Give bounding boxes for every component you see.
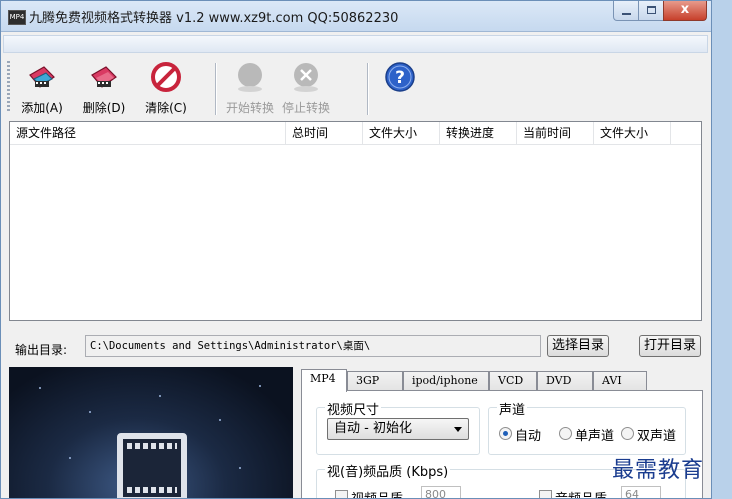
add-button-label: 添加(A) — [21, 101, 63, 115]
video-size-group: 视频尺寸 自动 - 初始化 — [316, 399, 480, 455]
column-source-path[interactable]: 源文件路径 — [10, 122, 286, 144]
column-progress[interactable]: 转换进度 — [440, 122, 517, 144]
channel-auto-radio[interactable] — [499, 427, 512, 440]
menu-bar — [3, 35, 708, 53]
channel-auto-label: 自动 — [515, 429, 542, 444]
window-title: 九腾免费视频格式转换器 v1.2 www.xz9t.com QQ:5086223… — [29, 11, 399, 26]
add-film-icon — [29, 66, 55, 88]
start-convert-label: 开始转换 — [225, 101, 274, 115]
audio-quality-input[interactable]: 64 — [621, 486, 661, 498]
toolbar-grip[interactable] — [7, 61, 10, 113]
video-size-title: 视频尺寸 — [325, 399, 382, 418]
choose-dir-button[interactable]: 选择目录 — [547, 335, 609, 357]
tab-ipod-iphone[interactable]: ipod/iphone — [403, 371, 489, 391]
channel-stereo-label: 双声道 — [637, 429, 677, 444]
title-bar[interactable]: MP4 九腾免费视频格式转换器 v1.2 www.xz9t.com QQ:508… — [1, 1, 711, 32]
quality-title: 视(音)频品质 (Kbps) — [325, 461, 451, 480]
minimize-button[interactable] — [613, 1, 639, 21]
stop-convert-button[interactable]: 停止转换 — [281, 59, 331, 119]
video-size-value: 自动 - 初始化 — [334, 421, 412, 436]
video-size-select[interactable]: 自动 - 初始化 — [327, 418, 469, 440]
channel-mono-label: 单声道 — [575, 429, 615, 444]
clear-button[interactable]: 清除(C) — [141, 59, 191, 119]
tab-dvd[interactable]: DVD — [537, 371, 593, 391]
column-total-time[interactable]: 总时间 — [286, 122, 363, 144]
channel-stereo-radio[interactable] — [621, 427, 634, 440]
channel-title: 声道 — [497, 399, 528, 418]
open-dir-button[interactable]: 打开目录 — [639, 335, 701, 357]
video-preview — [9, 367, 293, 498]
maximize-icon — [647, 6, 656, 14]
output-dir-field[interactable]: C:\Documents and Settings\Administrator\… — [85, 335, 541, 357]
column-output-size[interactable]: 文件大小 — [594, 122, 671, 144]
file-list-header: 源文件路径 总时间 文件大小 转换进度 当前时间 文件大小 — [10, 122, 701, 145]
output-dir-label: 输出目录: — [15, 343, 68, 357]
minimize-icon — [622, 13, 631, 15]
tab-avi[interactable]: AVI — [593, 371, 647, 391]
add-button[interactable]: 添加(A) — [17, 59, 67, 119]
column-file-size[interactable]: 文件大小 — [363, 122, 440, 144]
help-icon: ? — [385, 62, 415, 92]
audio-quality-label: 音频品质 — [555, 488, 607, 498]
tab-vcd[interactable]: VCD — [489, 371, 537, 391]
chevron-down-icon — [454, 427, 462, 432]
start-convert-icon — [238, 63, 262, 92]
toolbar-separator — [215, 63, 217, 115]
watermark-text: 最需教育 — [612, 458, 705, 483]
clear-button-label: 清除(C) — [145, 101, 187, 115]
video-quality-input[interactable]: 800 — [421, 486, 461, 498]
file-list[interactable]: 源文件路径 总时间 文件大小 转换进度 当前时间 文件大小 — [9, 121, 702, 321]
delete-button[interactable]: 删除(D) — [79, 59, 129, 119]
delete-film-icon — [91, 66, 117, 88]
close-button[interactable]: x — [663, 1, 707, 21]
start-convert-button[interactable]: 开始转换 — [225, 59, 275, 119]
help-glyph: ? — [395, 68, 405, 88]
video-quality-label: 视频品质 — [351, 488, 403, 498]
app-window: MP4 九腾免费视频格式转换器 v1.2 www.xz9t.com QQ:508… — [0, 0, 712, 499]
app-icon: MP4 — [8, 10, 26, 25]
film-logo-icon — [117, 433, 187, 498]
help-button[interactable]: ? — [375, 59, 425, 119]
stop-convert-label: 停止转换 — [281, 101, 330, 115]
delete-button-label: 删除(D) — [82, 101, 126, 115]
column-current-time[interactable]: 当前时间 — [517, 122, 594, 144]
toolbar: 添加(A) 删除(D) 清除(C) 开始转换 停止转换 ? — [3, 55, 708, 119]
channel-group: 声道 自动 单声道 双声道 — [488, 399, 686, 455]
audio-quality-checkbox[interactable] — [539, 490, 552, 498]
stop-convert-icon — [294, 63, 318, 92]
maximize-button[interactable] — [638, 1, 664, 21]
channel-mono-radio[interactable] — [559, 427, 572, 440]
tab-3gp[interactable]: 3GP — [347, 371, 403, 391]
tab-mp4[interactable]: MP4 — [301, 369, 347, 392]
close-icon: x — [680, 2, 690, 17]
video-quality-checkbox[interactable] — [335, 490, 348, 498]
clear-no-icon — [151, 62, 181, 92]
window-controls: x — [613, 1, 707, 21]
toolbar-separator — [367, 63, 369, 115]
